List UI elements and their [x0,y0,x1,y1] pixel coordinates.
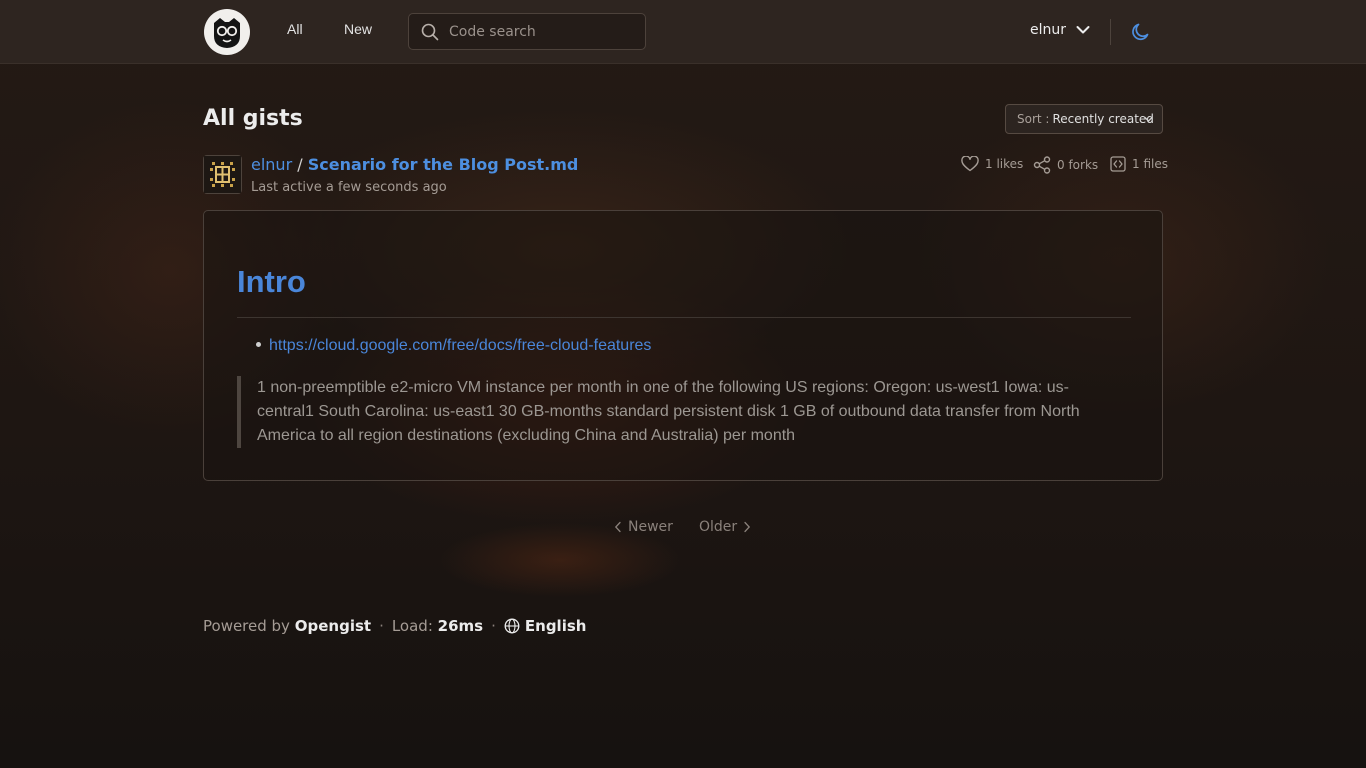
footer-load-value: 26ms [437,617,484,635]
nav-all-link[interactable]: All [287,21,303,37]
language-selector[interactable]: English [504,617,587,635]
footer-separator: · [379,617,384,635]
sort-value: Recently created [1052,112,1154,126]
page-title: All gists [203,106,303,131]
share-icon [1033,156,1051,174]
footer-powered-by: Powered by [203,617,290,635]
footer-load-label: Load: [391,617,433,635]
pagination-newer-label: Newer [628,519,673,535]
page-footer: Powered by Opengist · Load: 26ms · Engli… [203,617,586,635]
gist-likes[interactable]: 1 likes [961,156,1023,172]
chevron-left-icon [614,521,621,533]
pagination-older[interactable]: Older [699,519,751,535]
globe-icon [504,618,520,634]
gist-forks-count: 0 forks [1057,158,1099,172]
language-label: English [524,617,587,635]
pagination-older-label: Older [699,519,738,535]
navbar-divider [1110,19,1111,45]
gist-title-link[interactable]: Scenario for the Blog Post.md [308,155,579,174]
gist-owner-link[interactable]: elnur [251,155,292,174]
footer-separator: · [491,617,496,635]
gist-files-count: 1 files [1132,157,1168,171]
gist-last-active: Last active a few seconds ago [251,180,447,195]
top-navbar: All New elnur [0,0,1366,64]
chevron-right-icon [744,521,751,533]
moon-icon[interactable] [1130,21,1152,47]
nav-new-link[interactable]: New [344,21,372,37]
pagination-newer[interactable]: Newer [614,519,673,535]
gist-files[interactable]: 1 files [1110,156,1168,172]
gist-likes-count: 1 likes [985,157,1024,171]
gist-preview-card[interactable]: Intro https://cloud.google.com/free/docs… [203,210,1163,481]
code-search-input[interactable] [449,22,639,42]
markdown-list-item: https://cloud.google.com/free/docs/free-… [256,337,651,355]
chevron-down-icon [1076,26,1090,34]
markdown-link[interactable]: https://cloud.google.com/free/docs/free-… [269,337,651,354]
bullet-icon [256,342,261,347]
gist-separator: / [297,155,303,174]
heart-icon [961,156,979,172]
chevron-down-icon [1144,116,1153,122]
opengist-logo-icon[interactable] [204,9,250,55]
gist-heading: elnur / Scenario for the Blog Post.md [251,155,578,174]
markdown-blockquote: 1 non-preemptible e2-micro VM instance p… [237,376,1097,448]
owner-avatar[interactable] [203,155,242,194]
code-search-box [408,13,646,50]
footer-app-link[interactable]: Opengist [295,617,371,635]
username-label: elnur [1030,22,1067,38]
sort-dropdown[interactable]: Sort : Recently created [1005,104,1163,134]
markdown-divider [237,317,1131,318]
sort-prefix: Sort : [1017,112,1050,126]
search-icon [421,23,439,41]
user-menu-button[interactable]: elnur [1030,22,1090,38]
gist-forks[interactable]: 0 forks [1033,156,1098,174]
markdown-heading: Intro [237,264,306,299]
code-file-icon [1110,156,1126,172]
